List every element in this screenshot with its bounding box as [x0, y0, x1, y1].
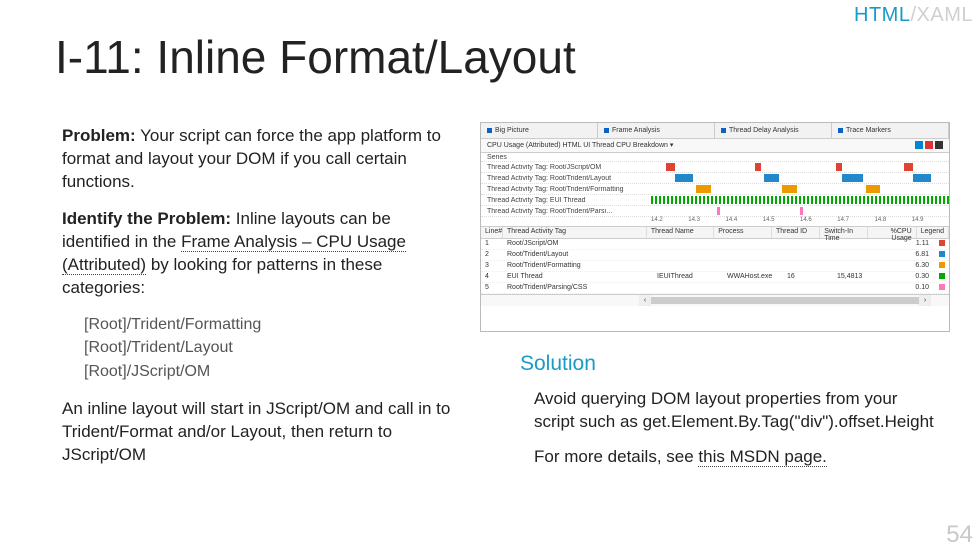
identify-label: Identify the Problem:: [62, 209, 231, 228]
thread-row: Thread Activity Tag: Root/Trident/Layout: [481, 173, 949, 184]
table-row: 5Root/Trident/Parsing/CSS0.10: [481, 283, 949, 294]
thread-row: Thread Activity Tag: Root/Trident/Parsi…: [481, 206, 949, 217]
left-column: Problem: Your script can force the app p…: [62, 125, 462, 481]
category-item: [Root]/JScript/OM: [84, 361, 462, 383]
scroll-right-icon: ›: [919, 295, 931, 306]
scroll-thumb: [651, 297, 919, 304]
profiler-screenshot: Big Picture Frame Analysis Thread Delay …: [480, 122, 950, 332]
solution-text: Avoid querying DOM layout properties fro…: [534, 388, 938, 434]
horizontal-scrollbar: ‹ ›: [481, 294, 949, 306]
screenshot-subhead: CPU Usage (Attributed) HTML UI Thread CP…: [481, 139, 949, 153]
table-row: 1Root/JScript/OM1.11: [481, 239, 949, 250]
tab-frame-analysis: Frame Analysis: [598, 123, 715, 138]
problem-paragraph: Problem: Your script can force the app p…: [62, 125, 462, 194]
corner-label: HTML/XAML: [854, 4, 973, 27]
problem-label: Problem:: [62, 126, 136, 145]
table-rows: 1Root/JScript/OM1.112Root/Trident/Layout…: [481, 239, 949, 294]
right-column: Solution Avoid querying DOM layout prope…: [520, 350, 938, 481]
thread-row: Thread Activity Tag: EUI Thread: [481, 195, 949, 206]
thread-row: Thread Activity Tag: Root/JScript/OM: [481, 162, 949, 173]
identify-paragraph: Identify the Problem: Inline layouts can…: [62, 208, 462, 300]
inline-paragraph: An inline layout will start in JScript/O…: [62, 398, 462, 467]
more-details: For more details, see this MSDN page.: [534, 446, 938, 469]
page-number: 54: [946, 521, 973, 549]
category-item: [Root]/Trident/Formatting: [84, 314, 462, 336]
scroll-left-icon: ‹: [639, 295, 651, 306]
tab-thread-delay: Thread Delay Analysis: [715, 123, 832, 138]
subhead-icons: [913, 141, 943, 150]
subhead-left: CPU Usage (Attributed) HTML UI Thread CP…: [487, 141, 673, 150]
time-axis: 14.214.314.414.514.614.714.814.9: [481, 217, 949, 227]
table-row: 3Root/Trident/Formatting6.30: [481, 261, 949, 272]
tab-trace-markers: Trace Markers: [832, 123, 949, 138]
thread-row: Thread Activity Tag: Root/Trident/Format…: [481, 184, 949, 195]
table-row: 4EUI ThreadIEUIThreadWWAHost.exe1615,481…: [481, 272, 949, 283]
screenshot-tabs: Big Picture Frame Analysis Thread Delay …: [481, 123, 949, 139]
solution-heading: Solution: [520, 350, 938, 378]
tab-big-picture: Big Picture: [481, 123, 598, 138]
series-label-row: Series: [481, 153, 949, 162]
table-row: 2Root/Trident/Layout6.81: [481, 250, 949, 261]
more-pre: For more details, see: [534, 447, 698, 466]
table-header: Line# Thread Activity Tag Thread Name Pr…: [481, 227, 949, 239]
category-item: [Root]/Trident/Layout: [84, 337, 462, 359]
xaml-part: /XAML: [910, 4, 973, 26]
msdn-link: this MSDN page.: [698, 447, 827, 467]
html-part: HTML: [854, 4, 910, 26]
categories-list: [Root]/Trident/Formatting [Root]/Trident…: [84, 314, 462, 383]
page-title: I-11: Inline Format/Layout: [55, 30, 576, 84]
